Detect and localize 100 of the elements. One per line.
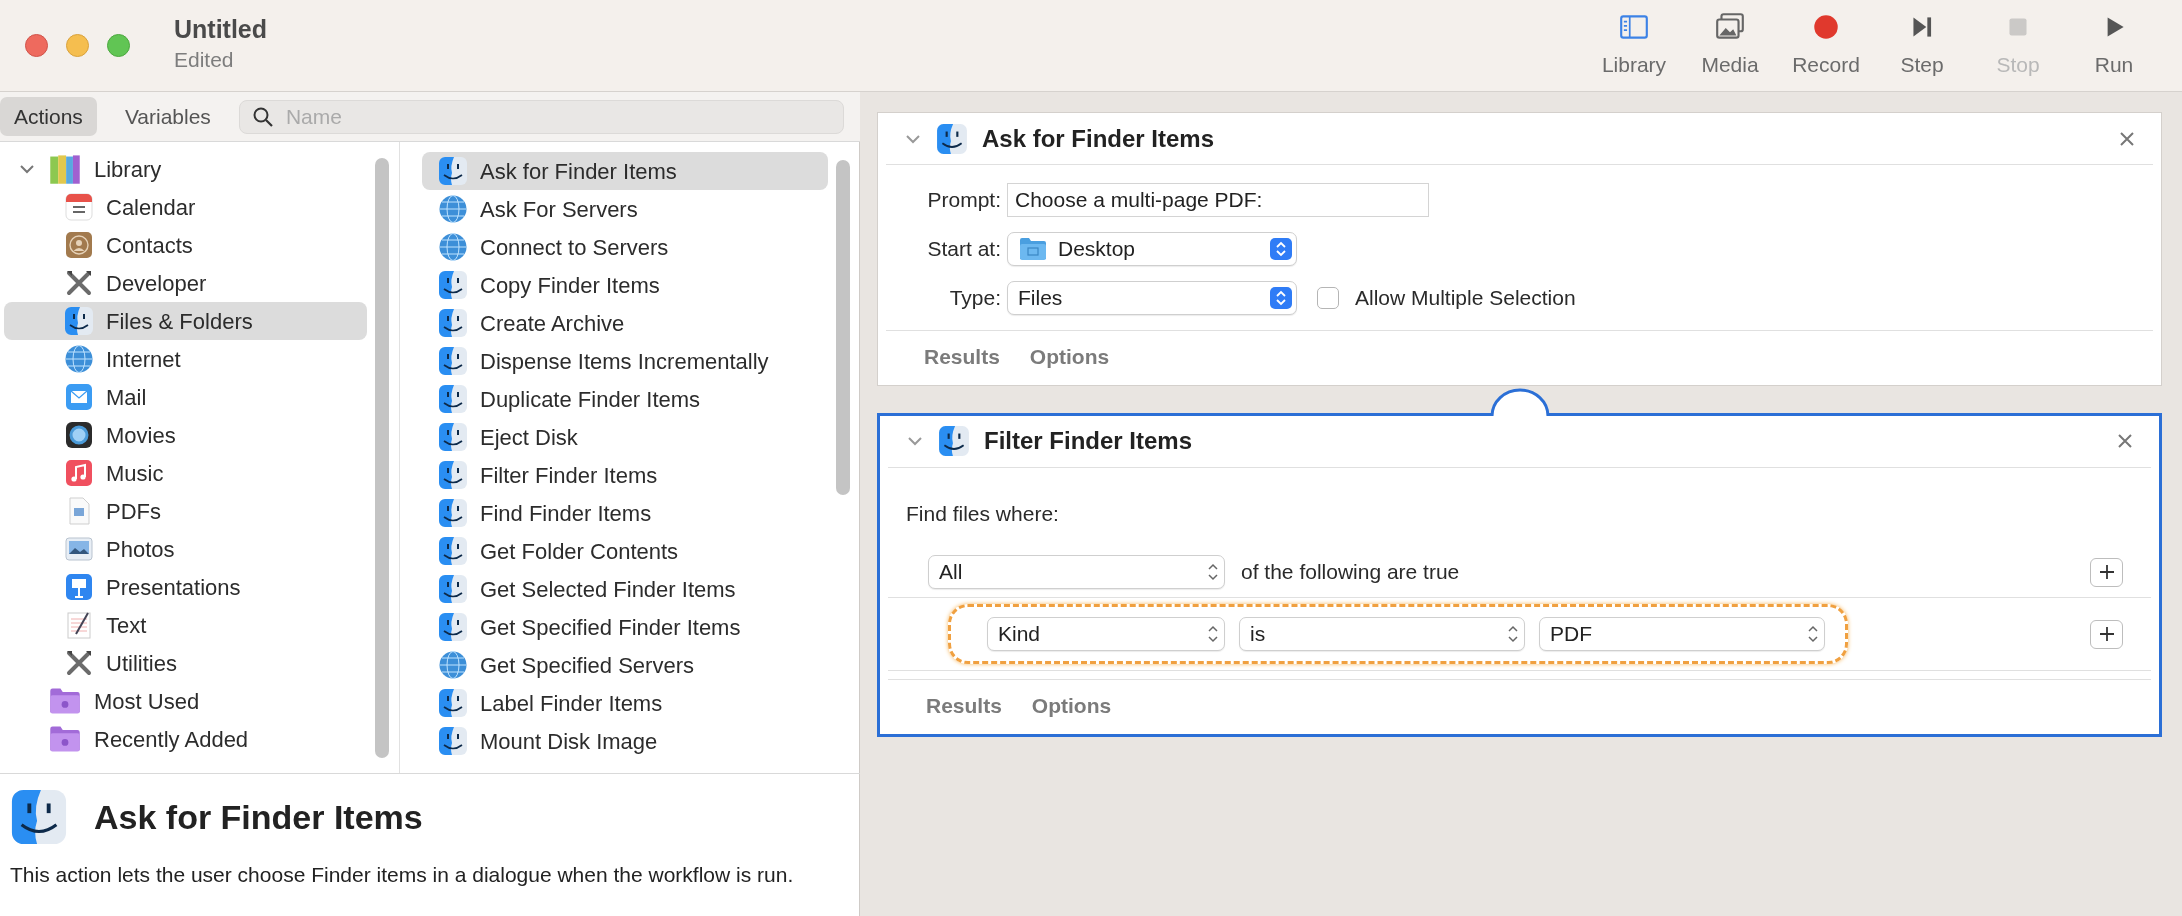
category-item[interactable]: Developer	[4, 264, 367, 302]
toolbar-button[interactable]: Media	[1682, 10, 1778, 81]
footer-tab[interactable]: Results	[916, 688, 1012, 724]
category-item[interactable]: Presentations	[4, 568, 367, 606]
category-item[interactable]: Contacts	[4, 226, 367, 264]
description-title: Ask for Finder Items	[94, 796, 423, 838]
action-item[interactable]: Get Specified Finder Items	[422, 608, 828, 646]
globe-icon	[438, 650, 468, 680]
window-subtitle: Edited	[174, 46, 235, 73]
category-item[interactable]: Photos	[4, 530, 367, 568]
popup-button[interactable]: Desktop	[1007, 231, 1297, 266]
smiley-face-icon	[438, 270, 468, 300]
window-title: Untitled	[174, 16, 268, 44]
action-item[interactable]: Find Finder Items	[422, 494, 828, 532]
popup-button[interactable]: PDF	[1539, 617, 1825, 651]
action-card[interactable]: Ask for Finder Items Prompt: Choose a multi-page PDF: Start at: Desktop Type: Files Allow Multiple Selection Results Options	[877, 112, 2162, 386]
action-item[interactable]: Get Folder Contents	[422, 532, 828, 570]
up-down-arrows-icon	[1270, 237, 1292, 260]
category-item[interactable]: Movies	[4, 416, 367, 454]
action-title: Ask for Finder Items	[982, 123, 1215, 154]
books-icon	[48, 152, 82, 186]
toolbar-button[interactable]: Library	[1586, 10, 1682, 81]
action-item[interactable]: Create Archive	[422, 304, 828, 342]
action-item[interactable]: Ask for Finder Items	[422, 152, 828, 190]
footer-tab[interactable]: Results	[914, 339, 1010, 375]
category-item[interactable]: Mail	[4, 378, 367, 416]
category-item[interactable]: Recently Added	[4, 720, 367, 758]
category-item[interactable]: Utilities	[4, 644, 367, 682]
close-button[interactable]	[25, 34, 48, 57]
up-down-arrows-icon	[1270, 286, 1292, 309]
field-label: Type:	[948, 284, 1001, 311]
category-item[interactable]: Files & Folders	[4, 302, 367, 340]
action-item[interactable]: Get Selected Finder Items	[422, 570, 828, 608]
action-item[interactable]: Label Finder Items	[422, 684, 828, 722]
category-item[interactable]: PDFs	[4, 492, 367, 530]
smiley-face-icon	[438, 498, 468, 528]
category-item[interactable]: Library	[4, 150, 367, 188]
close-icon[interactable]	[2119, 130, 2135, 147]
filter-intro: Find files where:	[905, 500, 1060, 527]
globe-icon	[64, 344, 94, 374]
checkbox[interactable]	[1317, 286, 1339, 309]
minimize-button[interactable]	[66, 34, 89, 57]
envelope-icon	[64, 382, 94, 412]
toolbar-button[interactable]: Run	[2066, 10, 2162, 81]
category-item[interactable]: Most Used	[4, 682, 367, 720]
music-note-icon	[64, 458, 94, 488]
up-down-arrows-icon	[1206, 562, 1220, 582]
toolbar-button[interactable]: Step	[1874, 10, 1970, 81]
popup-button[interactable]: is	[1239, 617, 1525, 651]
plus-icon	[2098, 626, 2115, 642]
smiley-face-icon	[438, 460, 468, 490]
segment-tab[interactable]: Variables	[110, 96, 225, 137]
popup-button[interactable]: Files	[1007, 280, 1297, 315]
action-title: Filter Finder Items	[984, 426, 1193, 456]
footer-tab[interactable]: Options	[1021, 688, 1122, 724]
match-text: of the following are true	[1241, 559, 1460, 586]
smiley-face-icon	[438, 726, 468, 756]
person-icon	[64, 230, 94, 260]
smiley-face-icon	[438, 422, 468, 452]
category-item[interactable]: Calendar	[4, 188, 367, 226]
close-icon[interactable]	[2117, 433, 2133, 449]
zoom-button[interactable]	[107, 34, 130, 57]
smiley-face-icon	[938, 425, 970, 457]
category-item[interactable]: Music	[4, 454, 367, 492]
action-item[interactable]: Mount Disk Image	[422, 722, 828, 760]
smiley-face-icon	[936, 122, 968, 155]
action-item[interactable]: Ask For Servers	[422, 190, 828, 228]
toolbar-button[interactable]: Record	[1778, 10, 1874, 81]
text-field[interactable]: Choose a multi-page PDF:	[1007, 182, 1429, 217]
presentation-icon	[64, 572, 94, 602]
smiley-face-icon	[438, 384, 468, 414]
smiley-face-icon	[438, 536, 468, 566]
photo-icon	[64, 534, 94, 564]
action-item[interactable]: Filter Finder Items	[422, 456, 828, 494]
search-icon	[251, 105, 274, 128]
action-item[interactable]: Eject Disk	[422, 418, 828, 456]
field-label: Start at:	[926, 235, 1001, 262]
popup-button[interactable]: All	[928, 555, 1225, 589]
up-down-arrows-icon	[1206, 624, 1220, 644]
action-item[interactable]: Copy Finder Items	[422, 266, 828, 304]
smiley-face-icon	[438, 574, 468, 604]
category-item[interactable]: Internet	[4, 340, 367, 378]
category-item[interactable]: Text	[4, 606, 367, 644]
globe-icon	[438, 232, 468, 262]
add-button[interactable]	[2090, 619, 2123, 649]
scrollbar-thumb[interactable]	[836, 160, 850, 495]
action-item[interactable]: Get Specified Servers	[422, 646, 828, 684]
action-item[interactable]: Duplicate Finder Items	[422, 380, 828, 418]
action-card[interactable]: Filter Finder Items Find files where: All of the following are true Kind is PDF Results Options	[877, 412, 2162, 737]
segment-tab[interactable]: Actions	[0, 96, 97, 137]
action-item[interactable]: Dispense Items Incrementally	[422, 342, 828, 380]
search-field[interactable]: Name	[238, 99, 844, 134]
add-button[interactable]	[2090, 557, 2123, 587]
scrollbar-thumb[interactable]	[375, 158, 389, 758]
footer-tab[interactable]: Options	[1019, 339, 1120, 375]
popup-button[interactable]: Kind	[987, 617, 1225, 651]
crossed-tools-icon	[64, 268, 94, 298]
checkbox-label[interactable]: Allow Multiple Selection	[1355, 281, 1576, 314]
action-item[interactable]: Connect to Servers	[422, 228, 828, 266]
notepad-icon	[64, 610, 94, 640]
